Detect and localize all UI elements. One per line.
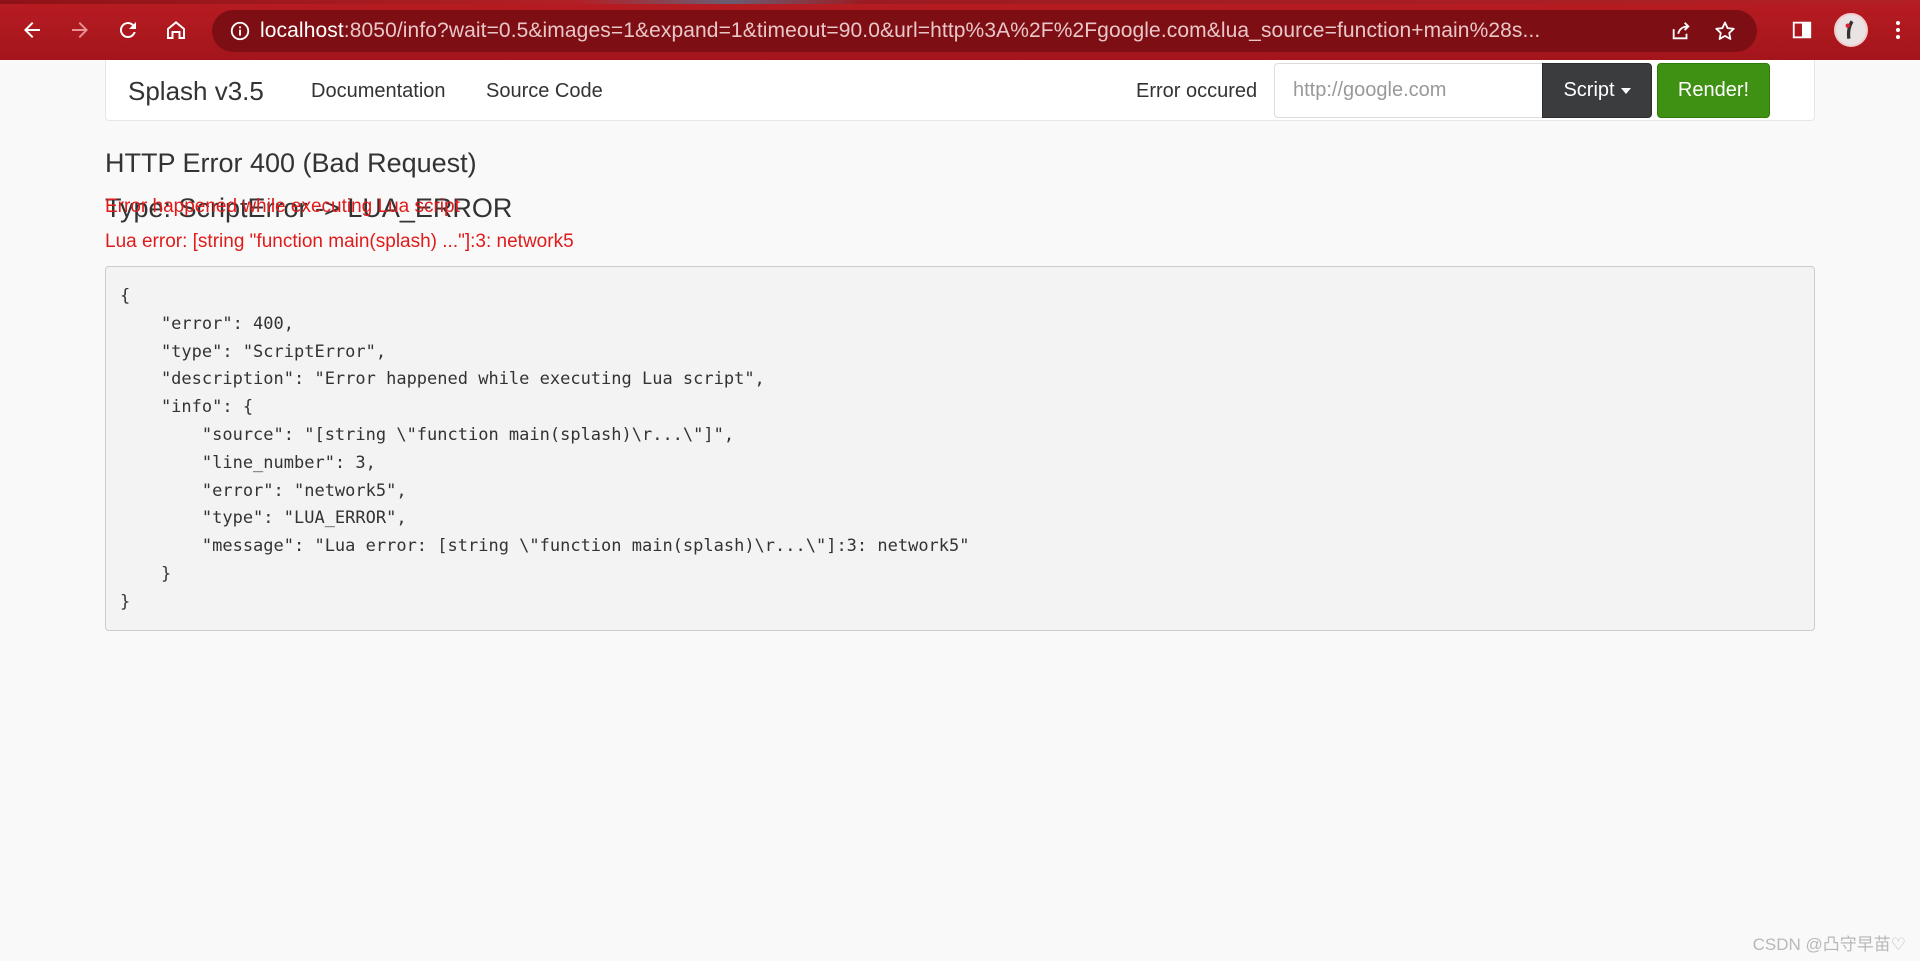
tab-strip-edge [0, 0, 1920, 4]
bookmark-star-icon[interactable] [1703, 10, 1747, 52]
watermark: CSDN @凸守早苗♡ [1752, 935, 1906, 954]
splash-navbar: Splash v3.5 Documentation Source Code Er… [105, 60, 1815, 121]
side-panel-icon[interactable] [1778, 0, 1826, 60]
address-bar-actions [1659, 10, 1747, 52]
brand-title[interactable]: Splash v3.5 [128, 76, 264, 107]
error-description: Error happened while executing Lua scrip… [105, 196, 460, 217]
site-info-icon[interactable] [220, 20, 260, 42]
more-menu-icon[interactable] [1876, 0, 1920, 60]
caret-down-icon [1620, 87, 1631, 94]
page-content: Splash v3.5 Documentation Source Code Er… [0, 60, 1920, 961]
profile-avatar[interactable] [1834, 13, 1868, 47]
status-text: Error occured [1136, 80, 1258, 102]
nav-link-documentation[interactable]: Documentation [311, 80, 446, 103]
script-dropdown-button[interactable]: Script [1542, 63, 1652, 118]
error-json-block: { "error": 400, "type": "ScriptError", "… [105, 266, 1815, 631]
address-bar[interactable]: localhost:8050/info?wait=0.5&images=1&ex… [212, 10, 1757, 52]
error-title: HTTP Error 400 (Bad Request) [105, 148, 477, 178]
script-button-label: Script [1563, 79, 1615, 101]
lua-error-message: Lua error: [string "function main(splash… [105, 231, 574, 252]
url-path: :8050/info?wait=0.5&images=1&expand=1&ti… [343, 19, 1541, 42]
nav-link-source-code[interactable]: Source Code [486, 80, 603, 103]
address-url[interactable]: localhost:8050/info?wait=0.5&images=1&ex… [260, 19, 1660, 43]
forward-arrow-icon[interactable] [56, 6, 104, 54]
reload-icon[interactable] [104, 6, 152, 54]
toolbar-right [1778, 0, 1920, 60]
share-icon[interactable] [1659, 10, 1703, 52]
home-icon[interactable] [152, 6, 200, 54]
browser-toolbar: localhost:8050/info?wait=0.5&images=1&ex… [0, 0, 1920, 60]
render-button[interactable]: Render! [1657, 63, 1770, 118]
render-url-input[interactable] [1274, 63, 1548, 118]
url-host: localhost [260, 19, 344, 42]
back-arrow-icon[interactable] [8, 6, 56, 54]
